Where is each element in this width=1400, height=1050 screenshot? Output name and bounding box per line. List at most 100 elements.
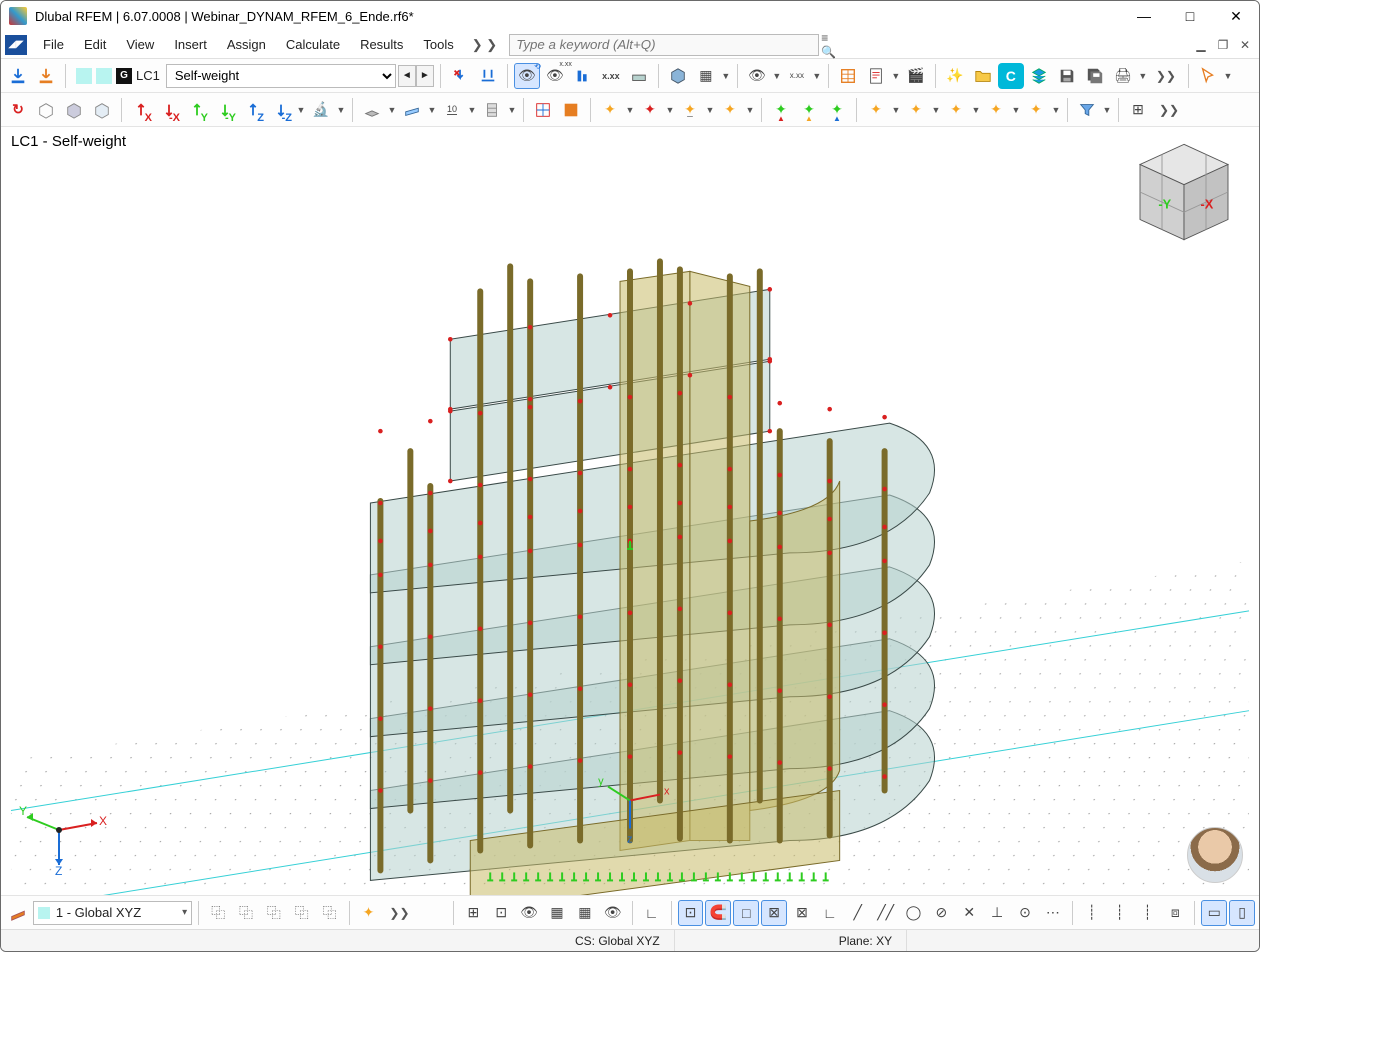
loadcase-select[interactable]: Self-weight: [166, 64, 396, 88]
dropdown-arrow-icon[interactable]: ▼: [971, 105, 981, 115]
show-deform-button[interactable]: 👁⟲: [514, 63, 540, 89]
snap-tangent-button[interactable]: ⊘: [928, 900, 954, 926]
snap-dots-button[interactable]: ⋯: [1040, 900, 1066, 926]
show-sections-button[interactable]: [626, 63, 652, 89]
dropdown-arrow-icon[interactable]: ▼: [1138, 71, 1148, 81]
select-cursor-button[interactable]: [1195, 63, 1221, 89]
dropdown-arrow-icon[interactable]: ▼: [1051, 105, 1061, 115]
workplane-select[interactable]: 1 - Global XYZ ▾: [33, 901, 192, 925]
open-folder-button[interactable]: [970, 63, 996, 89]
dropdown-arrow-icon[interactable]: ▼: [745, 105, 755, 115]
dropdown-arrow-icon[interactable]: ▼: [705, 105, 715, 115]
wireframe-view-button[interactable]: [33, 97, 59, 123]
snap-circle-button[interactable]: ◯: [901, 900, 927, 926]
snap-cross-toggle-button[interactable]: ⊠: [761, 900, 787, 926]
menu-overflow-icon[interactable]: ❯ ❯: [464, 37, 505, 53]
menu-results[interactable]: Results: [350, 33, 413, 56]
dropdown-arrow-icon[interactable]: ▼: [772, 71, 782, 81]
snap-point-toggle-button[interactable]: ⊡: [678, 900, 704, 926]
node-red-star-button[interactable]: ✦: [637, 97, 663, 123]
dropdown-arrow-icon[interactable]: ▼: [931, 105, 941, 115]
delete-load-button[interactable]: [447, 63, 473, 89]
load-transfer-button[interactable]: [475, 63, 501, 89]
animate-button[interactable]: 🎬: [903, 63, 929, 89]
release-star-3-button[interactable]: ✦: [943, 97, 969, 123]
release-star-4-button[interactable]: ✦: [983, 97, 1009, 123]
user-avatar[interactable]: [1187, 827, 1243, 883]
dropdown-arrow-icon[interactable]: ▼: [467, 105, 477, 115]
axis-neg-y-button[interactable]: -Y: [212, 97, 238, 123]
plate-render-button[interactable]: [399, 97, 425, 123]
surface-render-button[interactable]: [359, 97, 385, 123]
show-extreme-button[interactable]: x.xx: [598, 63, 624, 89]
search-options-icon[interactable]: ≡🔍: [821, 35, 841, 55]
mesh-color-button[interactable]: [530, 97, 556, 123]
snap-perp-button[interactable]: ⊥: [984, 900, 1010, 926]
snap-grid-4-button[interactable]: ▦: [572, 900, 598, 926]
mdi-minimize-icon[interactable]: ▁: [1191, 35, 1211, 55]
copy-plane-4-button[interactable]: ⿻: [289, 900, 315, 926]
minimize-button[interactable]: ―: [1121, 1, 1167, 31]
dropdown-arrow-icon[interactable]: ▼: [665, 105, 675, 115]
snap-square-toggle-button[interactable]: □: [733, 900, 759, 926]
node-star-button[interactable]: ✦: [597, 97, 623, 123]
grid-display-button[interactable]: ⊞: [1125, 97, 1151, 123]
snap-grid-1-button[interactable]: ⊞: [460, 900, 486, 926]
axis-x-button[interactable]: X: [128, 97, 154, 123]
toolbar-overflow-icon[interactable]: ❯❯: [1150, 69, 1182, 83]
plane-star-button[interactable]: ✦: [356, 900, 382, 926]
snap-center-button[interactable]: ⊙: [1012, 900, 1038, 926]
grid-settings-button[interactable]: ▦: [693, 63, 719, 89]
result-values-xxx-button[interactable]: x.xx: [784, 63, 810, 89]
transparent-view-button[interactable]: [89, 97, 115, 123]
dropdown-arrow-icon[interactable]: ▼: [721, 71, 731, 81]
cloud-c-button[interactable]: C: [998, 63, 1024, 89]
brand-logo-icon[interactable]: ◢◤: [5, 35, 27, 55]
report-button[interactable]: [863, 63, 889, 89]
axis-z-button[interactable]: Z: [240, 97, 266, 123]
snap-magnet-toggle-button[interactable]: 🧲: [705, 900, 731, 926]
axis-y-button[interactable]: Y: [184, 97, 210, 123]
save-button[interactable]: [1054, 63, 1080, 89]
solid-view-button[interactable]: [61, 97, 87, 123]
toolbar-overflow-icon[interactable]: ❯❯: [383, 906, 415, 920]
dropdown-arrow-icon[interactable]: ▼: [1223, 71, 1233, 81]
surface-fill-button[interactable]: [558, 97, 584, 123]
snap-line-button[interactable]: ╱: [845, 900, 871, 926]
workplane-icon-button[interactable]: [5, 900, 31, 926]
mdi-restore-icon[interactable]: ❐: [1213, 35, 1233, 55]
copy-plane-2-button[interactable]: ⿻: [233, 900, 259, 926]
dropdown-arrow-icon[interactable]: ▼: [296, 105, 306, 115]
dropdown-arrow-icon[interactable]: ▼: [812, 71, 822, 81]
menu-file[interactable]: File: [33, 33, 74, 56]
dropdown-arrow-icon[interactable]: ▼: [336, 105, 346, 115]
lc-next-button[interactable]: ►: [416, 65, 434, 87]
snap-grid-2-button[interactable]: ⊡: [488, 900, 514, 926]
print-button[interactable]: 🖨: [1110, 63, 1136, 89]
dropdown-arrow-icon[interactable]: ▼: [1102, 105, 1112, 115]
snap-box-button[interactable]: ⊠: [789, 900, 815, 926]
dropdown-arrow-icon[interactable]: ▼: [891, 105, 901, 115]
guide-box-button[interactable]: ⧈: [1162, 900, 1188, 926]
menu-calculate[interactable]: Calculate: [276, 33, 350, 56]
menu-tools[interactable]: Tools: [413, 33, 463, 56]
save-all-button[interactable]: [1082, 63, 1108, 89]
release-star-2-button[interactable]: ✦: [903, 97, 929, 123]
refresh-view-button[interactable]: ↻: [5, 97, 31, 123]
support-star-2-button[interactable]: ✦▲: [796, 97, 822, 123]
load-orange-down-button[interactable]: [33, 63, 59, 89]
release-star-5-button[interactable]: ✦: [1023, 97, 1049, 123]
menu-view[interactable]: View: [116, 33, 164, 56]
copy-plane-3-button[interactable]: ⿻: [261, 900, 287, 926]
block-manager-button[interactable]: [1026, 63, 1052, 89]
ortho-toggle-button[interactable]: ∟: [639, 900, 665, 926]
guide-dash-1-button[interactable]: ┊: [1079, 900, 1105, 926]
menu-assign[interactable]: Assign: [217, 33, 276, 56]
snap-intersect-button[interactable]: ✕: [956, 900, 982, 926]
copy-plane-5-button[interactable]: ⿻: [317, 900, 343, 926]
show-results-eye-button[interactable]: 👁: [744, 63, 770, 89]
dropdown-arrow-icon[interactable]: ▼: [891, 71, 901, 81]
guide-dash-3-button[interactable]: ┊: [1135, 900, 1161, 926]
dropdown-arrow-icon[interactable]: ▼: [387, 105, 397, 115]
snap-corner-button[interactable]: ∟: [817, 900, 843, 926]
